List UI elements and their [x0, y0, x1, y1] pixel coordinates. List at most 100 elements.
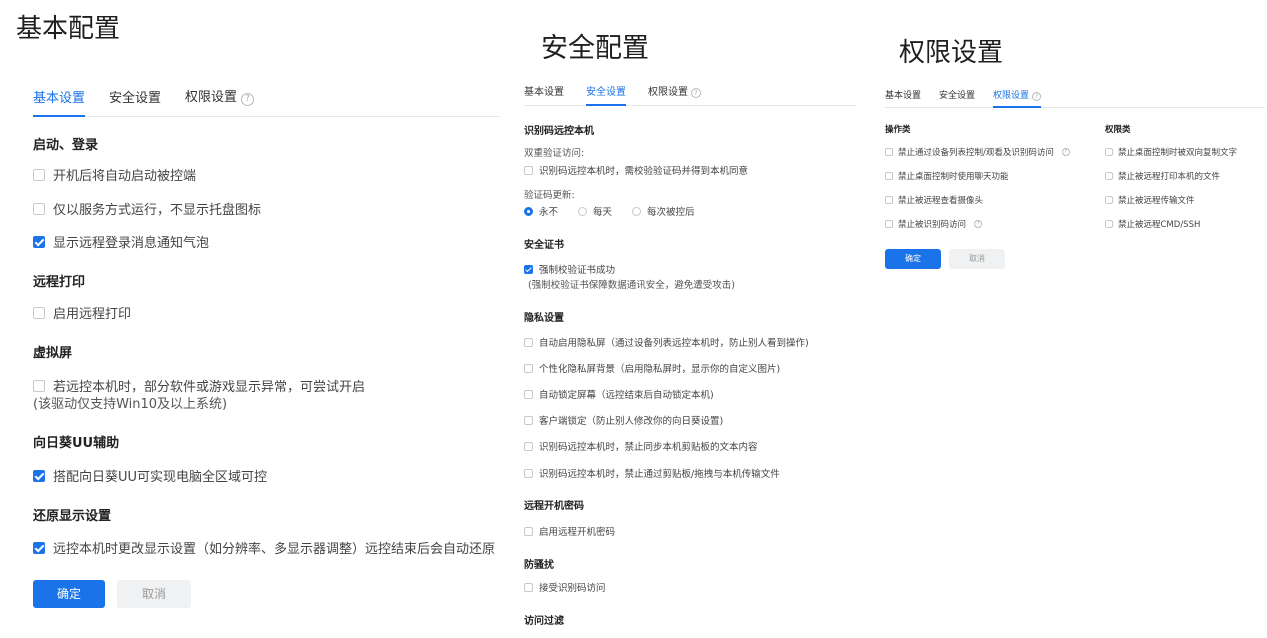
help-icon[interactable]: ?	[1061, 148, 1070, 156]
option-label: 自动启用隐私屏（通过设备列表远控本机时，防止别人看到操作)	[539, 338, 809, 349]
option-label: 识别码远控本机时，禁止通过剪贴板/拖拽与本机传输文件	[539, 469, 780, 480]
checkbox[interactable]	[885, 148, 893, 156]
tab-basic[interactable]: 基本设置	[524, 83, 564, 105]
radio-never[interactable]	[524, 206, 533, 216]
panel-heading: 基本配置	[16, 14, 121, 44]
ops-option[interactable]: 禁止桌面控制时使用聊天功能	[885, 170, 1009, 182]
tab-security[interactable]: 安全设置	[586, 83, 626, 106]
privacy-option[interactable]: 识别码远控本机时，禁止通过剪贴板/拖拽与本机传输文件	[524, 466, 780, 480]
option-label: 禁止桌面控制时使用聊天功能	[898, 172, 1009, 182]
remote-print-option[interactable]: 启用远程打印	[33, 303, 131, 322]
option-label: 禁止被远程打印本机的文件	[1118, 172, 1221, 182]
checkbox[interactable]	[33, 202, 45, 215]
checkbox-checked[interactable]	[33, 235, 45, 248]
tab-security[interactable]: 安全设置	[109, 87, 161, 116]
code-update-label: 验证码更新:	[524, 190, 575, 201]
perms-option[interactable]: 禁止被远程CMD/SSH	[1105, 218, 1200, 230]
section-privacy-title: 隐私设置	[524, 313, 564, 324]
perms-option[interactable]: 禁止被远程传输文件	[1105, 194, 1195, 206]
help-icon[interactable]: ?	[241, 93, 255, 106]
checkbox-checked[interactable]	[524, 264, 533, 274]
confirm-button[interactable]: 确定	[885, 249, 941, 269]
checkbox-checked[interactable]	[33, 469, 45, 482]
confirm-button[interactable]: 确定	[33, 580, 105, 608]
accept-code-access-option[interactable]: 接受识别码访问	[524, 580, 606, 594]
radio-after-control[interactable]	[632, 206, 642, 216]
privacy-option[interactable]: 个性化隐私屏背景（启用隐私屏时，显示你的自定义图片)	[524, 361, 780, 375]
section-filter-title: 访问过滤	[524, 616, 564, 627]
cancel-button[interactable]: 取消	[117, 580, 191, 608]
privacy-option[interactable]: 自动启用隐私屏（通过设备列表远控本机时，防止别人看到操作)	[524, 335, 809, 349]
radio-label: 永不	[539, 207, 559, 218]
option-label: 识别码远控本机时，禁止同步本机剪贴板的文本内容	[539, 442, 758, 453]
privacy-option[interactable]: 自动锁定屏幕（远控结束后自动锁定本机)	[524, 387, 714, 401]
checkbox-checked[interactable]	[33, 541, 45, 554]
remote-boot-pwd-option[interactable]: 启用远程开机密码	[524, 524, 615, 538]
help-icon[interactable]: ?	[1032, 92, 1042, 101]
double-verify-option[interactable]: 识别码远控本机时，需校验验证码并得到本机同意	[524, 163, 748, 177]
tab-permissions[interactable]: 权限设置?	[648, 83, 701, 105]
section-perms-title: 权限类	[1105, 125, 1131, 135]
option-label: 接受识别码访问	[539, 583, 606, 594]
option-label: 仅以服务方式运行，不显示托盘图标	[53, 203, 262, 218]
option-label: 启用远程开机密码	[539, 527, 616, 538]
checkbox[interactable]	[524, 415, 533, 425]
settings-tabs: 基本设置 安全设置 权限设置?	[524, 83, 856, 106]
startup-autostart-option[interactable]: 开机后将自动启动被控端	[33, 165, 196, 184]
startup-notify-bubble-option[interactable]: 显示远程登录消息通知气泡	[33, 232, 209, 251]
checkbox[interactable]	[524, 582, 533, 592]
checkbox[interactable]	[885, 196, 893, 204]
checkbox[interactable]	[524, 337, 533, 347]
section-print-title: 远程打印	[33, 275, 86, 290]
uu-assist-option[interactable]: 搭配向日葵UU可实现电脑全区域可控	[33, 466, 267, 485]
checkbox[interactable]	[524, 389, 533, 399]
checkbox[interactable]	[524, 165, 533, 175]
option-label: 启用远程打印	[53, 307, 132, 322]
checkbox[interactable]	[33, 306, 45, 319]
option-label: 远控本机时更改显示设置（如分辨率、多显示器调整）远控结束后会自动还原	[53, 542, 496, 557]
checkbox[interactable]	[1105, 172, 1113, 180]
checkbox[interactable]	[524, 526, 533, 536]
ops-option[interactable]: 禁止被远程查看摄像头	[885, 194, 983, 206]
ops-option[interactable]: 禁止通过设备列表控制/观看及识别码访问?	[885, 146, 1070, 158]
checkbox[interactable]	[1105, 148, 1113, 156]
tab-basic[interactable]: 基本设置	[885, 88, 921, 107]
option-label: 禁止被远程传输文件	[1118, 196, 1195, 206]
section-ops-title: 操作类	[885, 125, 911, 135]
radio-daily[interactable]	[578, 206, 588, 216]
checkbox[interactable]	[33, 168, 45, 181]
option-label: 个性化隐私屏背景（启用隐私屏时，显示你的自定义图片)	[539, 364, 781, 375]
privacy-option[interactable]: 识别码远控本机时，禁止同步本机剪贴板的文本内容	[524, 439, 758, 453]
checkbox[interactable]	[524, 468, 533, 478]
tab-permissions[interactable]: 权限设置?	[185, 86, 255, 116]
tab-basic[interactable]: 基本设置	[33, 87, 86, 117]
checkbox[interactable]	[33, 379, 45, 392]
panel-heading: 权限设置	[899, 38, 1004, 68]
checkbox[interactable]	[524, 441, 533, 451]
tab-security[interactable]: 安全设置	[939, 88, 975, 107]
option-label: 禁止桌面控制时被双向复制文字	[1118, 148, 1238, 158]
force-cert-option[interactable]: 强制校验证书成功	[524, 262, 615, 276]
help-icon[interactable]: ?	[974, 220, 983, 228]
startup-service-only-option[interactable]: 仅以服务方式运行，不显示托盘图标	[33, 199, 261, 218]
checkbox[interactable]	[885, 220, 893, 228]
checkbox[interactable]	[1105, 220, 1113, 228]
checkbox[interactable]	[1105, 196, 1113, 204]
option-label: 客户端锁定（防止别人修改你的向日葵设置)	[539, 416, 724, 427]
ops-option[interactable]: 禁止被识别码访问?	[885, 218, 983, 230]
tab-permissions-label: 权限设置	[648, 87, 688, 98]
section-identify-title: 识别码远控本机	[524, 126, 594, 137]
privacy-option[interactable]: 客户端锁定（防止别人修改你的向日葵设置)	[524, 413, 723, 427]
checkbox[interactable]	[524, 363, 533, 373]
radio-label: 每次被控后	[647, 207, 695, 218]
checkbox[interactable]	[885, 172, 893, 180]
perms-option[interactable]: 禁止被远程打印本机的文件	[1105, 170, 1220, 182]
perms-option[interactable]: 禁止桌面控制时被双向复制文字	[1105, 146, 1237, 158]
help-icon[interactable]: ?	[691, 88, 701, 98]
tab-permissions[interactable]: 权限设置?	[993, 88, 1042, 108]
settings-tabs: 基本设置 安全设置 权限设置?	[33, 86, 500, 117]
cancel-button[interactable]: 取消	[949, 249, 1005, 269]
option-label: 开机后将自动启动被控端	[53, 169, 197, 184]
option-label: 禁止被识别码访问	[898, 220, 967, 230]
restore-display-option[interactable]: 远控本机时更改显示设置（如分辨率、多显示器调整）远控结束后会自动还原	[33, 538, 495, 557]
